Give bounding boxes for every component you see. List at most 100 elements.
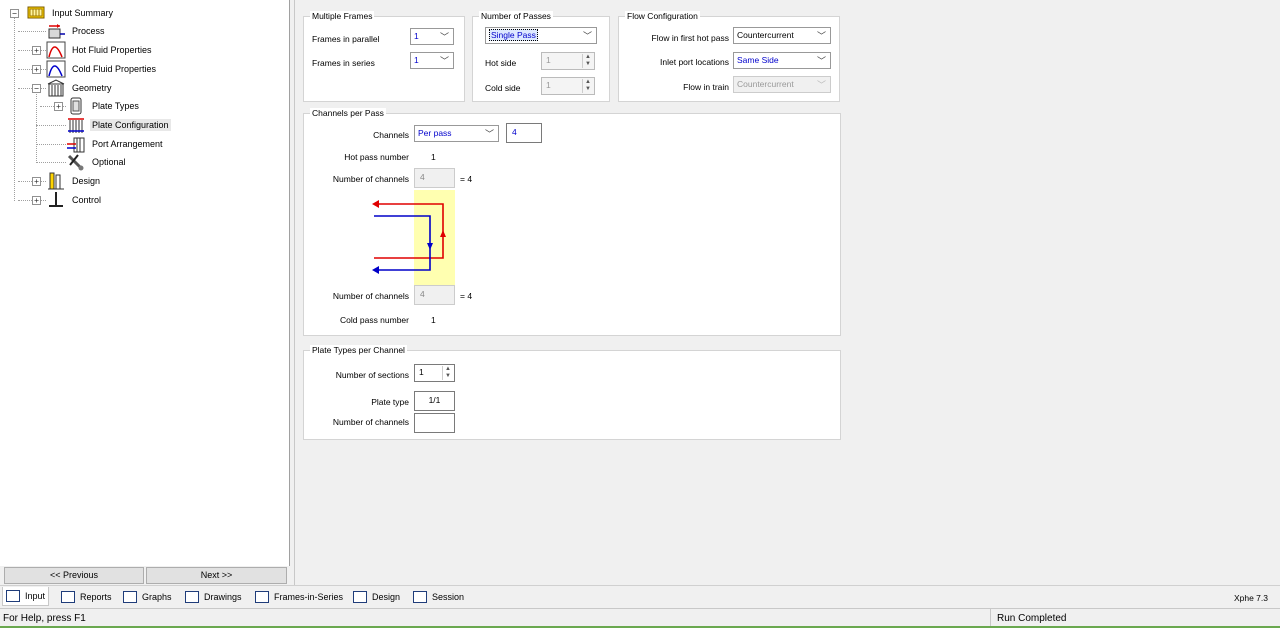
tab-reports[interactable]: Reports xyxy=(58,587,115,606)
tree-item-label: Plate Configuration xyxy=(90,119,171,131)
frames-parallel-select[interactable]: 1 ﹀ xyxy=(410,28,454,45)
cold-number-of-channels-label: Number of channels xyxy=(332,291,409,301)
session-tab-icon xyxy=(413,590,427,603)
tree-item-label: Geometry xyxy=(72,83,112,93)
flow-first-hot-pass-label: Flow in first hot pass xyxy=(651,33,729,43)
tree-item-process[interactable]: Process xyxy=(46,22,107,40)
channels-value-input[interactable]: 4 xyxy=(506,123,542,143)
expand-cold-fluid[interactable]: + xyxy=(32,65,41,74)
tree-item-cold-fluid-properties[interactable]: Cold Fluid Properties xyxy=(46,60,158,78)
plate-types-per-channel-group: Plate Types per Channel Number of sectio… xyxy=(303,345,841,440)
tree-item-label: Port Arrangement xyxy=(92,139,163,149)
tab-label: Session xyxy=(432,591,465,602)
input-summary-icon xyxy=(26,4,46,22)
tree-item-port-arrangement[interactable]: Port Arrangement xyxy=(66,135,165,153)
group-title: Plate Types per Channel xyxy=(310,345,407,355)
chevron-down-icon: ﹀ xyxy=(439,56,449,66)
hot-channels-total: = 4 xyxy=(460,174,473,184)
tab-graphs[interactable]: Graphs xyxy=(120,587,175,606)
tree-item-input-summary[interactable]: Input Summary xyxy=(26,4,115,22)
control-icon xyxy=(46,191,66,209)
design-tab-icon xyxy=(353,590,367,603)
flow-in-train-select[interactable]: Countercurrent ﹀ xyxy=(733,76,831,93)
plate-num-channels-label: Number of channels xyxy=(332,417,409,427)
passes-select[interactable]: Single Pass ﹀ xyxy=(485,27,597,44)
next-button[interactable]: Next >> xyxy=(146,567,287,584)
number-of-sections-label: Number of sections xyxy=(335,370,409,380)
tree-item-geometry[interactable]: Geometry xyxy=(46,79,114,97)
channels-per-pass-group: Channels per Pass Channels Per pass ﹀ 4 H… xyxy=(303,108,841,336)
tab-design[interactable]: Design xyxy=(350,587,403,606)
hot-number-of-channels-input[interactable]: 4 xyxy=(414,168,455,188)
spinner-arrows-icon[interactable]: ▲ ▼ xyxy=(442,366,453,380)
chevron-down-icon: ﹀ xyxy=(816,56,826,66)
number-of-sections-spinner[interactable]: 1 ▲ ▼ xyxy=(414,364,455,382)
main-panel: Multiple Frames Frames in parallel 1 ﹀ Fr… xyxy=(294,0,1280,586)
cold-side-spinner[interactable]: 1 ▲ ▼ xyxy=(541,77,595,95)
optional-icon xyxy=(66,153,86,171)
tab-label: Drawings xyxy=(204,591,242,602)
tree-item-label: Optional xyxy=(92,157,126,167)
tree-item-hot-fluid-properties[interactable]: Hot Fluid Properties xyxy=(46,41,154,59)
chevron-down-icon: ﹀ xyxy=(816,31,826,41)
tree-item-control[interactable]: Control xyxy=(46,191,103,209)
inlet-port-locations-select[interactable]: Same Side ﹀ xyxy=(733,52,831,69)
expand-control[interactable]: + xyxy=(32,196,41,205)
frames-series-label: Frames in series xyxy=(312,58,375,68)
status-bar: For Help, press F1 Run Completed xyxy=(0,608,1280,628)
cold-number-of-channels-input[interactable]: 4 xyxy=(414,285,455,305)
group-title: Flow Configuration xyxy=(625,11,700,21)
flow-configuration-group: Flow Configuration Flow in first hot pas… xyxy=(618,11,840,102)
tab-input[interactable]: Input xyxy=(2,587,50,606)
tree-item-label: Input Summary xyxy=(52,8,114,18)
tree-item-label: Cold Fluid Properties xyxy=(72,64,157,74)
application-window: − + + − + + + Input Summary Process Hot … xyxy=(0,0,1280,628)
hot-fluid-icon xyxy=(46,41,66,59)
frames-parallel-label: Frames in parallel xyxy=(312,34,380,44)
expand-design[interactable]: + xyxy=(32,177,41,186)
plate-type-input[interactable]: 1/1 xyxy=(414,391,455,411)
expand-plate-types[interactable]: + xyxy=(54,102,63,111)
spinner-arrows-icon[interactable]: ▲ ▼ xyxy=(582,79,593,93)
tab-drawings[interactable]: Drawings xyxy=(182,587,245,606)
collapse-geometry[interactable]: − xyxy=(32,84,41,93)
tree-item-optional[interactable]: Optional xyxy=(66,153,128,171)
cold-pass-number-label: Cold pass number xyxy=(340,315,409,325)
collapse-input-summary[interactable]: − xyxy=(10,9,19,18)
tree-item-design[interactable]: Design xyxy=(46,172,102,190)
previous-button[interactable]: << Previous xyxy=(4,567,144,584)
frames-series-select[interactable]: 1 ﹀ xyxy=(410,52,454,69)
tab-label: Frames-in-Series xyxy=(274,591,344,602)
geometry-icon xyxy=(46,79,66,97)
plate-type-label: Plate type xyxy=(371,397,409,407)
spinner-arrows-icon[interactable]: ▲ ▼ xyxy=(582,54,593,68)
tree-item-label: Process xyxy=(72,26,105,36)
help-status-text: For Help, press F1 xyxy=(3,613,86,624)
channels-mode-select[interactable]: Per pass ﹀ xyxy=(414,125,499,142)
graphs-tab-icon xyxy=(123,590,137,603)
plate-num-channels-input[interactable] xyxy=(414,413,455,433)
port-arrangement-icon xyxy=(66,135,86,153)
hot-pass-number-value: 1 xyxy=(431,152,436,162)
tree-item-plate-configuration[interactable]: Plate Configuration xyxy=(66,116,171,134)
view-tabs: Input Reports Graphs Drawings Frames-in-… xyxy=(0,585,1280,607)
tab-label: Design xyxy=(372,591,401,602)
inlet-port-locations-label: Inlet port locations xyxy=(660,57,729,67)
hot-side-label: Hot side xyxy=(485,58,517,68)
group-title: Multiple Frames xyxy=(310,11,375,21)
tree-item-label: Control xyxy=(72,195,102,205)
expand-hot-fluid[interactable]: + xyxy=(32,46,41,55)
navigation-tree[interactable]: − + + − + + + Input Summary Process Hot … xyxy=(0,0,290,566)
chevron-down-icon: ﹀ xyxy=(484,129,494,139)
tree-item-label: Design xyxy=(72,176,101,186)
tab-session[interactable]: Session xyxy=(410,587,467,606)
cold-side-label: Cold side xyxy=(485,83,521,93)
flow-first-hot-pass-select[interactable]: Countercurrent ﹀ xyxy=(733,27,831,44)
plate-configuration-icon xyxy=(66,116,86,134)
tree-item-plate-types[interactable]: Plate Types xyxy=(66,97,141,115)
number-of-passes-group: Number of Passes Single Pass ﹀ Hot side 1… xyxy=(472,11,610,102)
tab-frames-in-series[interactable]: Frames-in-Series xyxy=(252,587,346,606)
process-icon xyxy=(46,22,66,40)
group-title: Number of Passes xyxy=(479,11,553,21)
hot-side-spinner[interactable]: 1 ▲ ▼ xyxy=(541,52,595,70)
